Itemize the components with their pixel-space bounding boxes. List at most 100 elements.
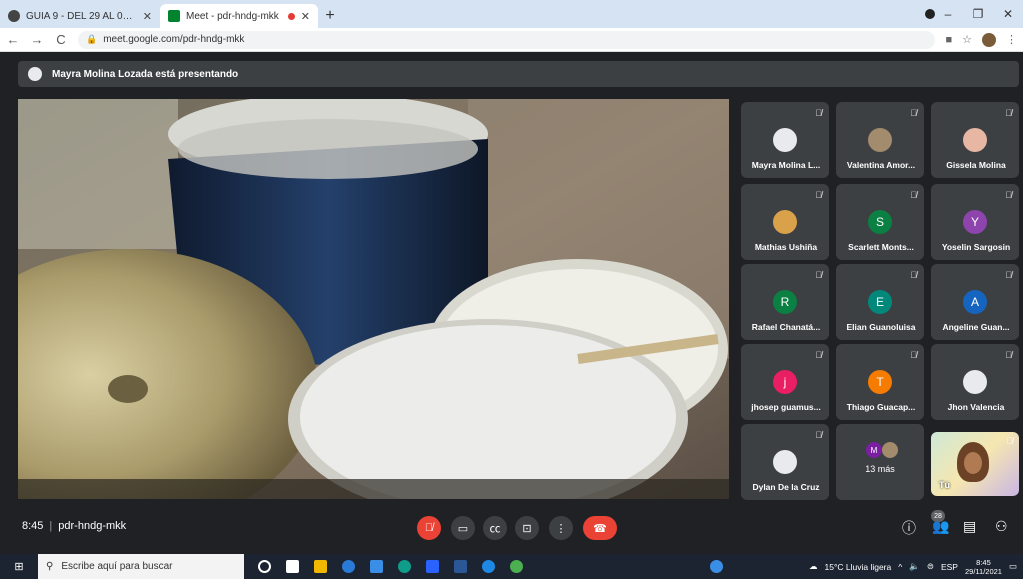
participant-avatar	[773, 450, 797, 474]
participant-avatar: S	[868, 210, 892, 234]
participant-tile[interactable]: 🎙̸ E Elian Guanoluisa	[836, 264, 924, 340]
back-button[interactable]: ←	[6, 32, 20, 47]
globe-icon[interactable]	[710, 560, 723, 573]
menu-dots-icon[interactable]: ⋮	[1006, 33, 1017, 46]
tab-label: GUIA 9 - DEL 29 AL 03 DE DICIEMBRE	[26, 10, 137, 22]
more-participants-tile[interactable]: M 13 más	[836, 424, 924, 500]
mic-off-icon: 🎙̸	[910, 350, 917, 360]
taskbar-search[interactable]: ⚲ Escribe aquí para buscar	[38, 554, 244, 579]
taskbar-apps	[258, 560, 523, 573]
participant-tile[interactable]: 🎙̸ Mathias Ushiña	[741, 184, 829, 260]
mail-icon[interactable]	[426, 560, 439, 573]
infinity-app-icon[interactable]	[342, 560, 355, 573]
star-icon[interactable]: ☆	[962, 33, 972, 46]
info-icon[interactable]: ⓘ	[902, 518, 916, 538]
weather-text[interactable]: 15°C Lluvia ligera	[825, 562, 892, 572]
participant-name: Yoselin Sargosin	[941, 242, 1011, 252]
mic-off-icon: 🎙̸	[910, 270, 917, 280]
minimize-button[interactable]: –	[933, 7, 963, 21]
participant-name: jhosep guamus...	[751, 402, 821, 412]
lock-icon[interactable]: 🔒	[86, 34, 97, 45]
participant-tile[interactable]: 🎙̸ Mayra Molina L...	[741, 102, 829, 178]
participant-name: Thiago Guacap...	[846, 402, 916, 412]
more-avatar: M	[866, 442, 882, 458]
maximize-button[interactable]: ❐	[963, 7, 993, 21]
participant-avatar: E	[868, 290, 892, 314]
more-avatars: M	[866, 442, 898, 458]
new-tab-button[interactable]: +	[318, 4, 342, 28]
participant-tile[interactable]: 🎙̸ S Scarlett Monts...	[836, 184, 924, 260]
file-explorer-icon[interactable]	[314, 560, 327, 573]
word-icon[interactable]	[454, 560, 467, 573]
chevron-up-icon[interactable]: ^	[898, 562, 902, 572]
search-icon: ⚲	[46, 561, 54, 572]
browser-tab-guia[interactable]: GUIA 9 - DEL 29 AL 03 DE DICIEMBRE ✕	[0, 4, 160, 28]
close-icon[interactable]: ✕	[301, 10, 310, 23]
mic-toggle-button[interactable]: 🎙̸	[417, 516, 441, 540]
participant-name: Rafael Chanatá...	[751, 322, 821, 332]
presentation-image	[18, 99, 729, 499]
participant-avatar: R	[773, 290, 797, 314]
participant-name: Valentina Amor...	[846, 160, 916, 170]
self-face	[964, 452, 982, 474]
mic-off-icon: 🎙̸	[815, 350, 822, 360]
participant-tile[interactable]: 🎙̸ T Thiago Guacap...	[836, 344, 924, 420]
network-icon[interactable]: ⊜	[927, 561, 934, 572]
people-icon[interactable]: 👥	[932, 518, 949, 535]
camera-indicator-icon[interactable]: ■	[945, 34, 952, 46]
reload-button[interactable]: C	[54, 32, 68, 47]
participant-tile[interactable]: 🎙̸ Gissela Molina	[931, 102, 1019, 178]
participant-name: Dylan De la Cruz	[752, 482, 820, 492]
activities-icon[interactable]: ⚇	[995, 518, 1008, 535]
presentation-video[interactable]	[18, 99, 729, 499]
end-call-button[interactable]: ☎	[583, 516, 617, 540]
participant-tile[interactable]: 🎙̸ Dylan De la Cruz	[741, 424, 829, 500]
language-label[interactable]: ESP	[941, 562, 958, 572]
captions-button[interactable]: ㏄	[483, 516, 507, 540]
windows-start-icon[interactable]: ⊞	[0, 560, 38, 573]
close-icon[interactable]: ✕	[143, 10, 152, 23]
self-video-tile[interactable]: 🎙̸ Tú	[931, 432, 1019, 496]
participant-tile[interactable]: 🎙̸ A Angeline Guan...	[931, 264, 1019, 340]
participant-name: Elian Guanoluisa	[846, 322, 916, 332]
meeting-code: pdr-hndg-mkk	[58, 520, 127, 532]
participant-tile[interactable]: 🎙̸ R Rafael Chanatá...	[741, 264, 829, 340]
self-label: Tú	[939, 480, 950, 490]
edge-icon[interactable]	[398, 560, 411, 573]
mic-off-icon: 🎙̸	[1006, 436, 1013, 446]
url-input[interactable]: 🔒 meet.google.com/pdr-hndg-mkk	[78, 30, 936, 49]
photos-icon[interactable]	[370, 560, 383, 573]
window-controls: – ❐ ✕	[933, 0, 1023, 28]
clock[interactable]: 8:45 29/11/2021	[965, 558, 1002, 576]
participant-tile[interactable]: 🎙̸ Jhon Valencia	[931, 344, 1019, 420]
participant-tile[interactable]: 🎙̸ Valentina Amor...	[836, 102, 924, 178]
participant-tile[interactable]: 🎙̸ j jhosep guamus...	[741, 344, 829, 420]
browser-tab-meet[interactable]: Meet - pdr-hndg-mkk ✕	[160, 4, 318, 28]
chat-icon[interactable]: ▤	[963, 518, 976, 535]
more-options-button[interactable]: ⋮	[549, 516, 573, 540]
notifications-icon[interactable]: ▭	[1009, 561, 1017, 572]
present-button[interactable]: ⊡	[515, 516, 539, 540]
participant-tile[interactable]: 🎙̸ Y Yoselin Sargosin	[931, 184, 1019, 260]
close-window-button[interactable]: ✕	[993, 7, 1023, 21]
chrome-icon[interactable]	[510, 560, 523, 573]
dropbox-icon[interactable]	[286, 560, 299, 573]
mic-off-icon: 🎙̸	[910, 190, 917, 200]
cortana-icon[interactable]	[258, 560, 271, 573]
meeting-controls-bar: 8:45 | pdr-hndg-mkk 🎙̸ ▭ ㏄ ⊡ ⋮ ☎ ⓘ 28 👥 ▤ …	[0, 510, 1023, 546]
participant-name: Jhon Valencia	[947, 402, 1005, 412]
meeting-info: 8:45 | pdr-hndg-mkk	[22, 520, 126, 532]
browser-icon[interactable]	[482, 560, 495, 573]
volume-icon[interactable]: 🔈	[909, 561, 920, 572]
camera-toggle-button[interactable]: ▭	[451, 516, 475, 540]
clock-date: 29/11/2021	[964, 566, 1002, 576]
profile-avatar[interactable]	[982, 32, 996, 47]
participant-avatar	[868, 128, 892, 152]
participant-avatar	[963, 370, 987, 394]
participant-avatar: j	[773, 370, 797, 394]
more-participants-label: 13 más	[865, 464, 895, 474]
mic-off-icon: 🎙̸	[910, 108, 917, 118]
address-bar-actions: ■ ☆ ⋮	[945, 32, 1017, 47]
tab-label: Meet - pdr-hndg-mkk	[186, 10, 279, 22]
forward-button[interactable]: →	[30, 32, 44, 47]
